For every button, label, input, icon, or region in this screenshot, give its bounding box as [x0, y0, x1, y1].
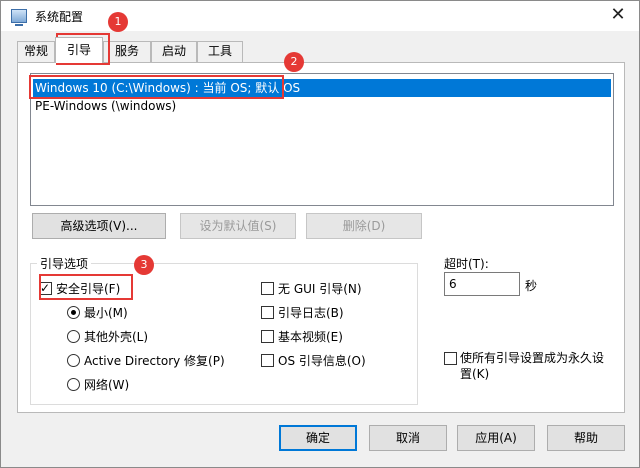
safe-boot-checkbox[interactable]: 安全引导(F): [39, 280, 121, 297]
radio-minimal[interactable]: 最小(M): [67, 305, 128, 321]
make-permanent-label: 使所有引导设置成为永久设置(K): [460, 351, 605, 381]
tab-services[interactable]: 服务: [103, 41, 151, 62]
window-title: 系统配置: [35, 10, 84, 24]
make-permanent-checkbox[interactable]: 使所有引导设置成为永久设置(K): [444, 350, 614, 382]
checkbox-label: 无 GUI 引导(N): [278, 282, 362, 296]
timeout-input[interactable]: 6: [444, 272, 520, 296]
system-config-icon: [11, 9, 27, 26]
boot-options-title: 引导选项: [37, 255, 92, 272]
system-config-window: 系统配置 ✕ 常规 引导 服务 启动 工具 Windows 10 (C:\Win…: [0, 0, 640, 468]
timeout-unit: 秒: [525, 279, 538, 293]
os-list-item[interactable]: Windows 10 (C:\Windows) : 当前 OS; 默认 OS: [33, 79, 611, 97]
base-video-checkbox[interactable]: 基本视频(E): [261, 329, 343, 345]
radio-alternate-shell[interactable]: 其他外壳(L): [67, 329, 148, 345]
timeout-label: 超时(T):: [444, 257, 489, 271]
ok-button[interactable]: 确定: [279, 425, 357, 451]
tab-boot[interactable]: 引导: [55, 37, 103, 63]
checkbox-icon: [261, 306, 274, 319]
radio-ad-repair[interactable]: Active Directory 修复(P): [67, 353, 225, 369]
apply-button[interactable]: 应用(A): [457, 425, 535, 451]
checkbox-label: OS 引导信息(O): [278, 354, 366, 368]
tab-startup[interactable]: 启动: [151, 41, 197, 62]
safe-boot-label: 安全引导(F): [56, 282, 121, 296]
checkbox-label: 基本视频(E): [278, 330, 343, 344]
os-list[interactable]: Windows 10 (C:\Windows) : 当前 OS; 默认 OS P…: [30, 73, 614, 206]
no-gui-boot-checkbox[interactable]: 无 GUI 引导(N): [261, 281, 362, 297]
help-button[interactable]: 帮助: [547, 425, 625, 451]
radio-label: Active Directory 修复(P): [84, 354, 225, 368]
radio-label: 其他外壳(L): [84, 330, 149, 344]
radio-icon: [67, 330, 80, 343]
title-bar: 系统配置 ✕: [1, 1, 639, 31]
checkbox-checked-icon: [39, 280, 52, 296]
checkbox-icon: [261, 354, 274, 367]
radio-icon: [67, 354, 80, 367]
radio-label: 最小(M): [84, 306, 128, 320]
annotation-marker-3: 3: [134, 255, 154, 275]
checkbox-icon: [261, 282, 274, 295]
set-default-button[interactable]: 设为默认值(S): [180, 213, 296, 239]
boot-tab-panel: Windows 10 (C:\Windows) : 当前 OS; 默认 OS P…: [17, 62, 625, 413]
cancel-button[interactable]: 取消: [369, 425, 447, 451]
checkbox-icon: [444, 352, 457, 365]
checkbox-icon: [261, 330, 274, 343]
radio-network[interactable]: 网络(W): [67, 377, 129, 393]
delete-button[interactable]: 删除(D): [306, 213, 422, 239]
tab-general[interactable]: 常规: [17, 41, 55, 62]
annotation-marker-1: 1: [108, 12, 128, 32]
advanced-options-button[interactable]: 高级选项(V)...: [32, 213, 166, 239]
os-boot-info-checkbox[interactable]: OS 引导信息(O): [261, 353, 366, 369]
os-list-item[interactable]: PE-Windows (\windows): [33, 97, 611, 115]
boot-options-group: 引导选项 安全引导(F) 最小(M) 其他外壳(L) Active Direct…: [30, 255, 418, 405]
checkbox-label: 引导日志(B): [278, 306, 344, 320]
radio-label: 网络(W): [84, 378, 130, 392]
radio-icon: [67, 378, 80, 391]
boot-log-checkbox[interactable]: 引导日志(B): [261, 305, 344, 321]
close-button[interactable]: ✕: [603, 3, 633, 29]
annotation-marker-2: 2: [284, 52, 304, 72]
tab-tools[interactable]: 工具: [197, 41, 243, 62]
radio-selected-icon: [67, 306, 80, 319]
